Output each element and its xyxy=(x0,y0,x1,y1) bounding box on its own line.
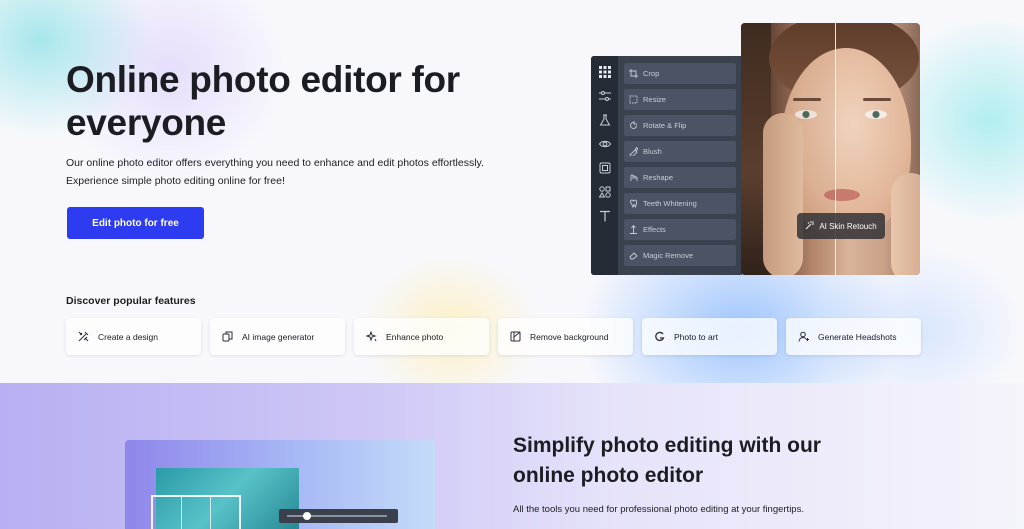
section-title: Simplify photo editing with our online p… xyxy=(513,434,821,487)
art-icon xyxy=(654,331,665,342)
feature-label: Remove background xyxy=(530,331,609,342)
portrait-eye-right xyxy=(865,110,887,119)
tool-reshape[interactable]: Reshape xyxy=(624,167,736,188)
rotate-icon xyxy=(629,121,638,130)
tool-label: Magic Remove xyxy=(643,251,694,260)
slider-handle[interactable] xyxy=(303,512,311,520)
feature-remove-background[interactable]: Remove background xyxy=(498,318,633,355)
feature-chip-list: Create a design AI image generator Enhan… xyxy=(66,318,921,355)
adjust-slider[interactable] xyxy=(279,509,398,523)
tool-label: Resize xyxy=(643,95,666,104)
reshape-icon xyxy=(629,173,638,182)
tool-label: Reshape xyxy=(643,173,674,182)
effects-icon xyxy=(629,225,638,234)
feature-ai-image-generator[interactable]: AI image generator xyxy=(210,318,345,355)
feature-label: AI image generator xyxy=(242,331,315,342)
sliders-icon xyxy=(598,90,611,102)
text-icon xyxy=(599,210,611,222)
feature-photo-to-art[interactable]: Photo to art xyxy=(642,318,777,355)
feature-enhance-photo[interactable]: Enhance photo xyxy=(354,318,489,355)
design-icon xyxy=(78,331,89,342)
feature-label: Generate Headshots xyxy=(818,331,897,342)
tool-label: Effects xyxy=(643,225,666,234)
simplify-section: Simplify photo editing with our online p… xyxy=(0,383,1024,529)
before-after-portrait: AI Skin Retouch xyxy=(741,23,920,275)
grid-icon xyxy=(598,66,611,78)
crop-icon xyxy=(629,69,638,78)
blush-icon xyxy=(629,147,638,156)
flask-icon xyxy=(599,114,611,126)
remove-bg-icon xyxy=(510,331,521,342)
sparkle-icon xyxy=(366,331,377,342)
features-heading: Discover popular features xyxy=(66,295,196,307)
tool-magic-remove[interactable]: Magic Remove xyxy=(624,245,736,266)
feature-label: Photo to art xyxy=(674,331,718,342)
edit-photo-button[interactable]: Edit photo for free xyxy=(67,207,204,239)
hero-description-line-2: Experience simple photo editing online f… xyxy=(66,175,285,187)
tool-resize[interactable]: Resize xyxy=(624,89,736,110)
resize-icon xyxy=(629,95,638,104)
shapes-icon xyxy=(598,186,611,198)
feature-label: Enhance photo xyxy=(386,331,444,342)
teeth-icon xyxy=(629,199,638,208)
section-description: All the tools you need for professional … xyxy=(513,504,804,515)
frame-icon xyxy=(599,162,611,174)
editor-preview-panel: Crop Resize Rotate & Flip Blush Reshape … xyxy=(591,56,742,275)
hero-description: Our online photo editor offers everythin… xyxy=(66,154,526,190)
tool-teeth-whitening[interactable]: Teeth Whitening xyxy=(624,193,736,214)
feature-create-design[interactable]: Create a design xyxy=(66,318,201,355)
tool-label: Crop xyxy=(643,69,660,78)
feature-label: Create a design xyxy=(98,331,159,342)
hero-description-line-1: Our online photo editor offers everythin… xyxy=(66,157,484,169)
ai-skin-retouch-badge: AI Skin Retouch xyxy=(797,213,885,239)
crop-editor-preview xyxy=(125,440,435,529)
tool-blush[interactable]: Blush xyxy=(624,141,736,162)
eraser-icon xyxy=(629,251,638,260)
tool-label: Blush xyxy=(643,147,662,156)
editor-tool-list: Crop Resize Rotate & Flip Blush Reshape … xyxy=(624,63,736,266)
magic-wand-icon xyxy=(805,220,815,232)
editor-tool-rail xyxy=(591,56,618,275)
hero-section: Online photo editor for everyone Our onl… xyxy=(0,0,1024,383)
ai-image-icon xyxy=(222,331,233,342)
tool-label: Rotate & Flip xyxy=(643,121,687,130)
eye-icon xyxy=(598,138,611,150)
headshot-icon xyxy=(798,331,809,342)
tool-label: Teeth Whitening xyxy=(643,199,697,208)
badge-label: AI Skin Retouch xyxy=(819,221,877,231)
tool-crop[interactable]: Crop xyxy=(624,63,736,84)
tool-effects[interactable]: Effects xyxy=(624,219,736,240)
page-title: Online photo editor for everyone xyxy=(66,59,460,143)
tool-rotate-flip[interactable]: Rotate & Flip xyxy=(624,115,736,136)
feature-generate-headshots[interactable]: Generate Headshots xyxy=(786,318,921,355)
